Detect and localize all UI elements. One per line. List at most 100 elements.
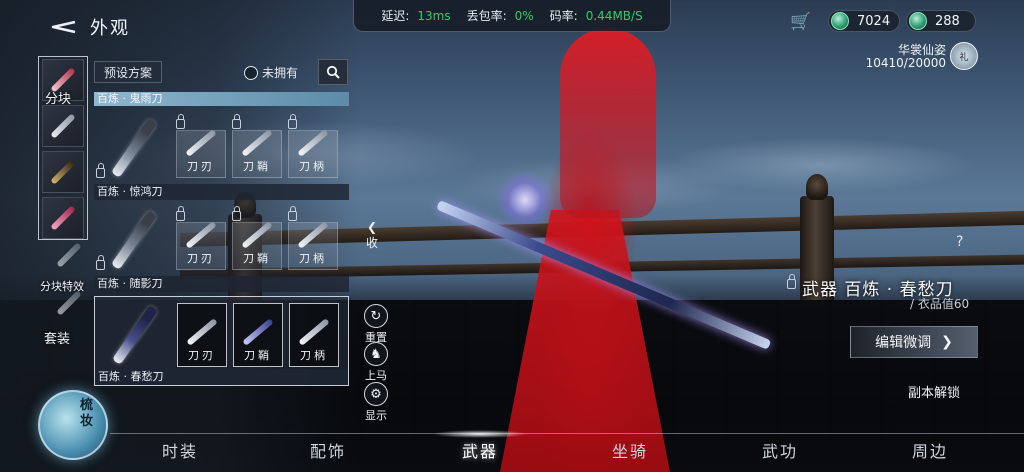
effect-slot [54,242,82,278]
tab-accessory[interactable]: 配饰 [310,438,346,462]
part-label: 刀鞘 [243,252,271,265]
back-button[interactable] [44,14,80,40]
edit-adjust-button[interactable]: 编辑微调 ❯ [850,326,978,358]
category-block-slot[interactable] [42,151,84,193]
part-label: 刀鞘 [243,160,271,173]
preset-button[interactable]: 预设方案 [94,61,162,83]
mount-button[interactable]: ♞ 上马 [361,342,391,383]
radio-icon[interactable] [244,65,258,80]
tab-fashion[interactable]: 时装 [162,438,198,462]
blade-part-icon [185,221,217,249]
search-button[interactable] [318,59,348,85]
display-button[interactable]: ⚙ 显示 [361,382,391,423]
dressing-label: 梳妆 [80,398,94,429]
unowned-filter[interactable]: 未拥有 [244,64,298,81]
part-hilt[interactable]: 刀柄 [288,206,338,270]
outfit-badge-icon[interactable]: 礼 [950,42,978,70]
part-blade[interactable]: 刀刃 [176,114,226,178]
part-label: 刀柄 [299,252,327,265]
set-name: 百炼 · 惊鸿刀 [94,184,349,200]
search-icon [326,65,340,79]
lock-icon [176,114,185,129]
mount-label: 上马 [365,369,387,382]
blade-thumb-icon [50,159,76,185]
outfit-value: / 衣品值60 [910,297,970,311]
part-sheath[interactable]: 刀鞘 [232,206,282,270]
collapse-panel-button[interactable]: ❮ 收 [362,220,382,251]
currency-token[interactable]: 288 [906,10,976,32]
part-label: 刀刃 [187,252,215,265]
shop-cart-icon[interactable]: 🛒 [790,12,812,32]
sheath-part-icon [241,129,273,157]
lock-icon [176,206,185,221]
rate-label: 码率: [549,9,578,23]
set-weapon-preview [97,206,171,274]
token-coin-amount: 288 [935,13,960,29]
set-card-suiying[interactable]: 刀刃 刀鞘 刀柄 百炼 · 随影刀 [94,202,349,292]
part-label: 刀鞘 [244,349,272,362]
tab-divider [110,433,1024,434]
set-card-jinghong[interactable]: 刀刃 刀鞘 刀柄 百炼 · 惊鸿刀 [94,110,349,200]
token-coin-icon [909,12,927,30]
part-label: 刀柄 [300,349,328,362]
currency-jade[interactable]: 7024 [828,10,900,32]
back-arrow-icon [51,20,76,34]
part-blade[interactable]: 刀刃 [177,303,227,367]
lock-icon [96,163,105,178]
part-hilt[interactable]: 刀柄 [289,303,339,367]
active-tab-indicator [432,430,528,438]
latency-value: 13ms [417,8,451,23]
blade-thumb-icon [50,113,76,139]
network-status-bar: 延迟: 13ms 丢包率: 0% 码率: 0.44MB/S [353,0,671,32]
suit-slot [54,290,82,326]
blade-part-icon [186,318,218,346]
unlock-source: 副本解锁 [908,386,961,401]
category-suit-label[interactable]: 套装 [44,328,70,347]
part-hilt[interactable]: 刀柄 [288,114,338,178]
sword-glow [495,170,555,230]
character-veil [560,28,656,218]
set-name: 百炼 · 随影刀 [94,276,349,292]
gear-icon: ⚙ [364,382,388,406]
set-card-chunchou[interactable]: 刀刃 刀鞘 刀柄 百炼 · 春愁刀 [94,296,349,386]
blade-part-icon [185,129,217,157]
set-header-guiyu[interactable]: 百炼 · 鬼雨刀 [94,92,349,106]
part-label: 刀刃 [188,349,216,362]
category-block-slot[interactable] [42,197,84,239]
saber-icon [110,210,158,270]
help-button[interactable]: ? [956,234,963,250]
part-label: 刀柄 [299,160,327,173]
set-name: 百炼 · 春愁刀 [95,369,348,385]
loss-value: 0% [514,8,534,23]
display-label: 显示 [365,409,387,422]
lock-icon [232,206,241,221]
tab-martial[interactable]: 武功 [762,438,798,462]
chevron-left-icon: ❮ [366,220,378,234]
tab-peripheral[interactable]: 周边 [912,438,948,462]
hilt-part-icon [297,221,329,249]
outfit-score: 10410/20000 [865,56,946,70]
category-block-label[interactable]: 分块 [45,88,71,107]
page-title: 外观 [90,18,130,39]
category-column [38,56,88,240]
unowned-filter-label: 未拥有 [262,66,299,80]
weapon-lock-icon [787,274,796,289]
part-sheath[interactable]: 刀鞘 [232,114,282,178]
jade-coin-amount: 7024 [857,13,891,29]
tab-mount[interactable]: 坐骑 [612,438,648,462]
sheath-part-icon [241,221,273,249]
collapse-label: 收 [365,236,378,250]
reset-button[interactable]: ↻ 重置 [361,304,391,345]
tab-weapon[interactable]: 武器 [462,438,498,462]
lock-icon [288,206,297,221]
dressing-button[interactable] [38,390,108,460]
lock-icon [232,114,241,129]
hilt-part-icon [298,318,330,346]
part-sheath[interactable]: 刀鞘 [233,303,283,367]
loss-label: 丢包率: [466,9,507,23]
lock-icon [288,114,297,129]
part-blade[interactable]: 刀刃 [176,206,226,270]
hilt-part-icon [297,129,329,157]
category-block-slot[interactable] [42,105,84,147]
chevron-right-icon: ❯ [941,334,953,350]
